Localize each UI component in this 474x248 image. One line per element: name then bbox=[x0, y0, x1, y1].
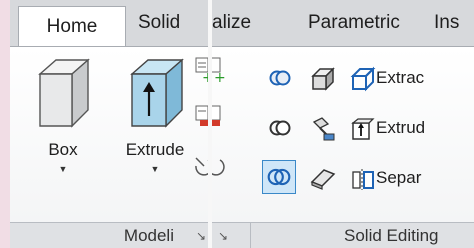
extrude-label: Extrude bbox=[125, 140, 185, 159]
panel-divider bbox=[250, 223, 251, 248]
thicken-button[interactable] bbox=[308, 164, 336, 192]
subtract-icon bbox=[269, 120, 291, 136]
dialog-launcher-icon[interactable]: ↘ bbox=[196, 223, 206, 248]
clipped-tool-icons: + bbox=[212, 57, 226, 176]
slice-icon bbox=[311, 67, 335, 91]
panel-title: Modeli bbox=[123, 226, 174, 245]
tab-home[interactable]: Home bbox=[18, 6, 126, 46]
box-label: Box bbox=[48, 140, 78, 159]
background-margin bbox=[0, 0, 10, 248]
tab-bar: alize Parametric Ins bbox=[212, 0, 474, 46]
subtract-button[interactable] bbox=[266, 114, 294, 142]
separate-icon bbox=[352, 169, 374, 190]
box-icon bbox=[38, 58, 90, 128]
intersect-icon bbox=[267, 168, 291, 186]
dialog-launcher-icon[interactable]: ↘ bbox=[218, 223, 228, 248]
modeling-panel-title-bar: Modeli ↘ bbox=[10, 222, 208, 248]
tab-bar: Home Solid bbox=[10, 0, 208, 46]
intersect-button[interactable] bbox=[262, 160, 296, 194]
thicken-icon bbox=[310, 169, 336, 190]
box-button[interactable]: Box ▼ bbox=[26, 54, 100, 214]
extract-edges-button[interactable] bbox=[348, 64, 376, 92]
separate-button[interactable] bbox=[348, 164, 376, 192]
interfere-button[interactable] bbox=[308, 114, 336, 142]
solid-editing-ribbon: alize Parametric Ins Extrac Extrud Separ… bbox=[212, 0, 474, 248]
extrude-faces-label[interactable]: Extrud bbox=[376, 114, 425, 142]
union-icon bbox=[269, 70, 291, 86]
extract-edges-icon bbox=[350, 66, 376, 92]
extract-edges-label[interactable]: Extrac bbox=[376, 64, 424, 92]
solid-editing-panel-body bbox=[212, 46, 474, 222]
slice-button[interactable] bbox=[308, 64, 336, 92]
chevron-down-icon: ▼ bbox=[150, 164, 160, 174]
extrude-button[interactable]: Extrude ▼ bbox=[118, 54, 192, 214]
extrude-icon bbox=[130, 58, 184, 128]
ribbon-screenshot: Home Solid Box ▼ Extrude ▼ + Modeli ↘ al… bbox=[0, 0, 474, 248]
svg-text:+: + bbox=[214, 70, 226, 86]
tab-insert[interactable]: Ins bbox=[434, 0, 474, 46]
extrude-faces-icon bbox=[351, 118, 375, 140]
extrude-faces-button[interactable] bbox=[348, 114, 376, 142]
tab-visualize[interactable]: alize bbox=[212, 0, 264, 46]
interfere-icon bbox=[312, 117, 335, 141]
chevron-down-icon: ▼ bbox=[58, 164, 68, 174]
tab-parametric[interactable]: Parametric bbox=[308, 0, 418, 46]
clipped-tool-icons: + bbox=[195, 57, 208, 176]
panel-title: Solid Editing bbox=[344, 226, 439, 245]
separate-label[interactable]: Separ bbox=[376, 164, 421, 192]
home-ribbon: Home Solid Box ▼ Extrude ▼ + Modeli ↘ bbox=[10, 0, 208, 248]
tab-solid[interactable]: Solid bbox=[138, 0, 208, 46]
solid-editing-panel-title-bar: ↘ Solid Editing bbox=[212, 222, 474, 248]
union-button[interactable] bbox=[266, 64, 294, 92]
